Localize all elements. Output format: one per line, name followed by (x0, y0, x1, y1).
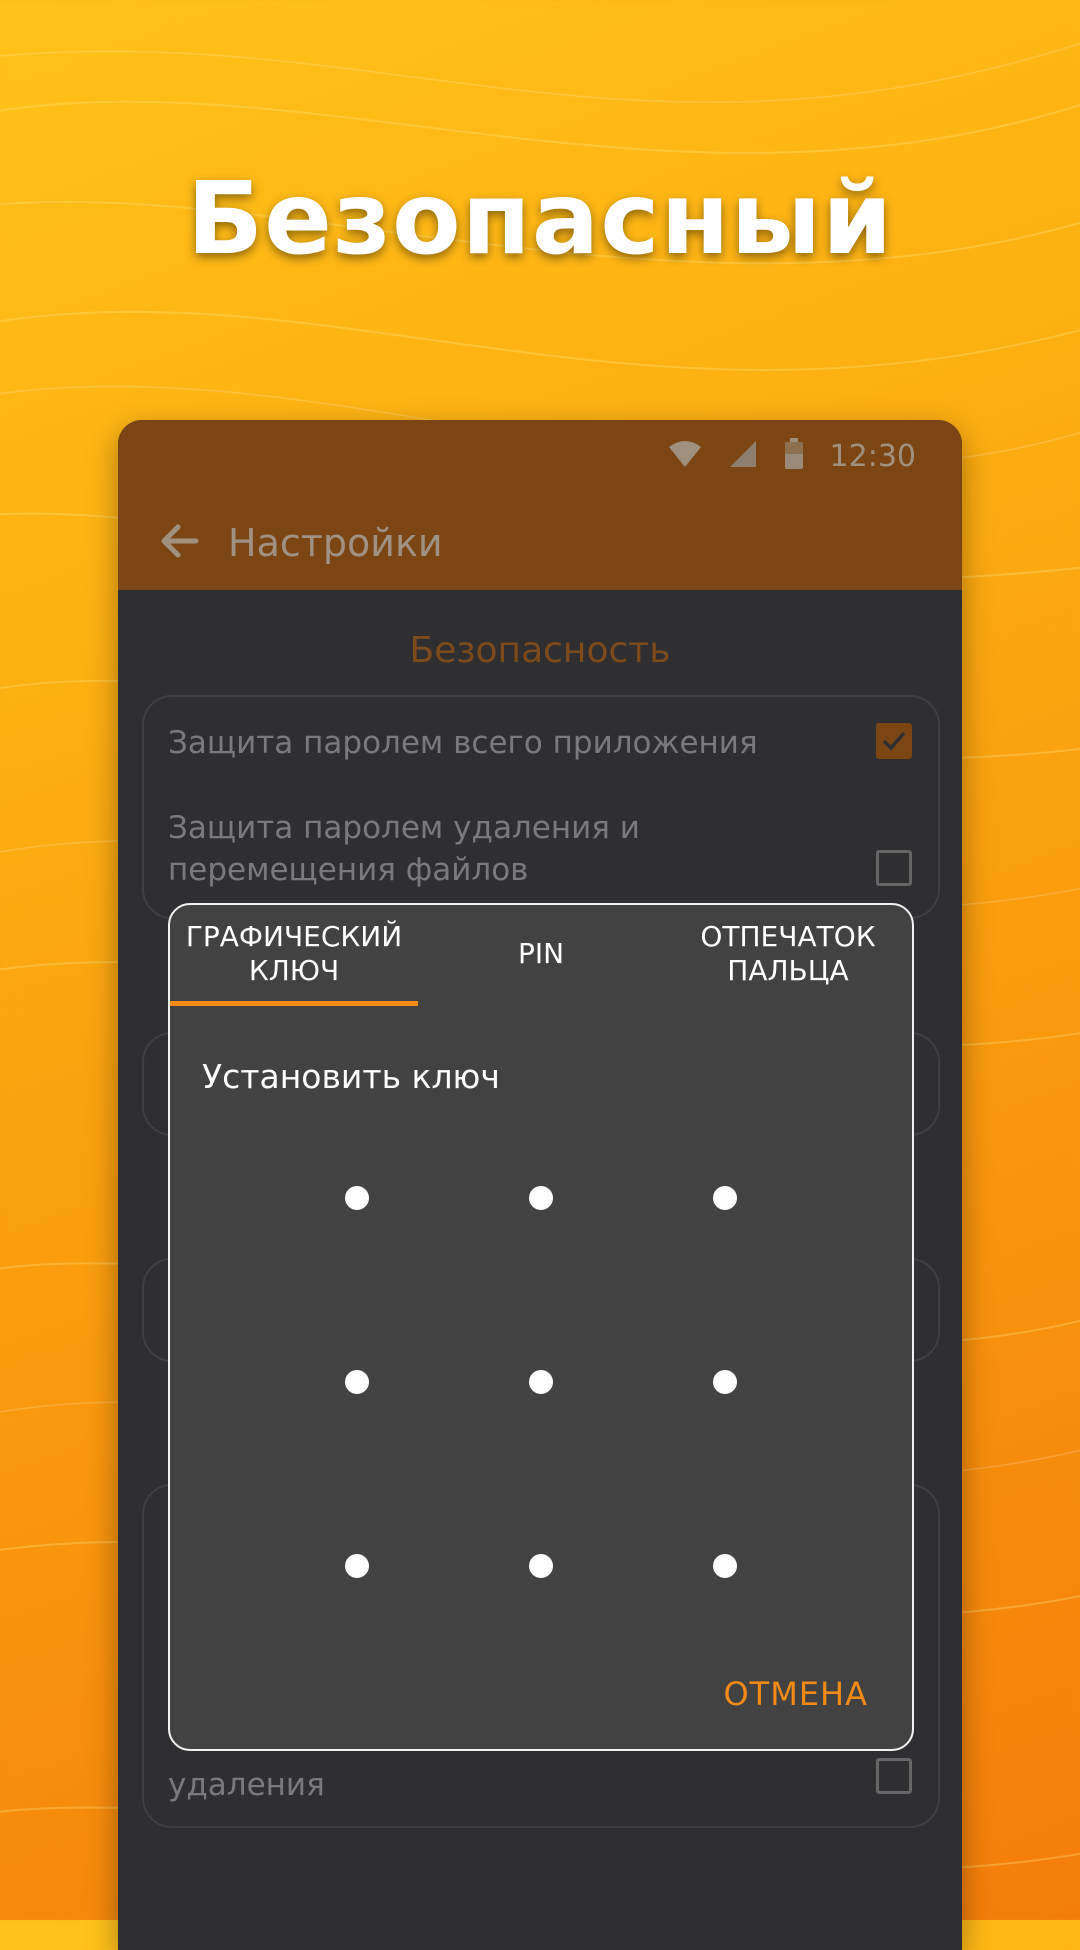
checkbox-app-password[interactable] (876, 723, 912, 759)
pref-label-partial: удаления (168, 1767, 325, 1803)
tab-pin[interactable]: PIN (418, 905, 664, 1003)
signal-icon (728, 439, 758, 473)
pattern-dot[interactable] (529, 1186, 553, 1210)
app-bar: 12:30 Настройки (118, 420, 962, 590)
tab-indicator (170, 1001, 418, 1006)
arrow-left-icon[interactable] (160, 521, 200, 565)
pattern-dot[interactable] (345, 1186, 369, 1210)
pattern-dot[interactable] (345, 1554, 369, 1578)
pattern-dot[interactable] (529, 1370, 553, 1394)
tab-label-line: PIN (517, 937, 565, 970)
tab-label-line: КЛЮЧ (248, 954, 340, 987)
pref-label-app-password: Защита паролем всего приложения (168, 725, 758, 761)
section-title: Безопасность (409, 630, 671, 671)
wifi-icon (668, 439, 702, 473)
tab-label-line: ГРАФИЧЕСКИЙ (185, 920, 403, 953)
pref-label-line: Защита паролем удаления и (168, 810, 640, 846)
tab-label-line: ПАЛЬЦА (727, 954, 849, 987)
pattern-dot[interactable] (713, 1370, 737, 1394)
pref-label-line: перемещения файлов (168, 852, 529, 888)
dialog-title: Установить ключ (202, 1057, 500, 1096)
dialog-tabs: ГРАФИЧЕСКИЙ КЛЮЧ PIN ОТПЕЧАТОК ПАЛЬЦА (170, 905, 912, 1007)
battery-icon (784, 438, 804, 474)
pattern-dot[interactable] (345, 1370, 369, 1394)
tab-label-line: ОТПЕЧАТОК (700, 920, 876, 953)
tab-fingerprint[interactable]: ОТПЕЧАТОК ПАЛЬЦА (664, 905, 912, 1003)
promo-headline: Безопасный (186, 160, 894, 277)
tab-pattern[interactable]: ГРАФИЧЕСКИЙ КЛЮЧ (170, 905, 418, 1003)
pattern-dot[interactable] (713, 1186, 737, 1210)
pattern-dot[interactable] (713, 1554, 737, 1578)
pattern-dot[interactable] (529, 1554, 553, 1578)
cancel-button[interactable]: ОТМЕНА (723, 1675, 868, 1713)
checkbox-partial[interactable] (876, 1758, 912, 1794)
checkbox-delete-password[interactable] (876, 850, 912, 886)
toolbar-title: Настройки (228, 521, 443, 565)
pattern-lock-dialog: ГРАФИЧЕСКИЙ КЛЮЧ PIN ОТПЕЧАТОК ПАЛЬЦА Ус… (168, 903, 914, 1751)
status-bar: 12:30 (668, 434, 916, 478)
toolbar: Настройки (160, 508, 443, 578)
pref-label-delete-password: Защита паролем удаления и перемещения фа… (168, 807, 640, 891)
settings-card: Защита паролем всего приложения Защита п… (142, 695, 940, 919)
status-time: 12:30 (829, 438, 916, 474)
